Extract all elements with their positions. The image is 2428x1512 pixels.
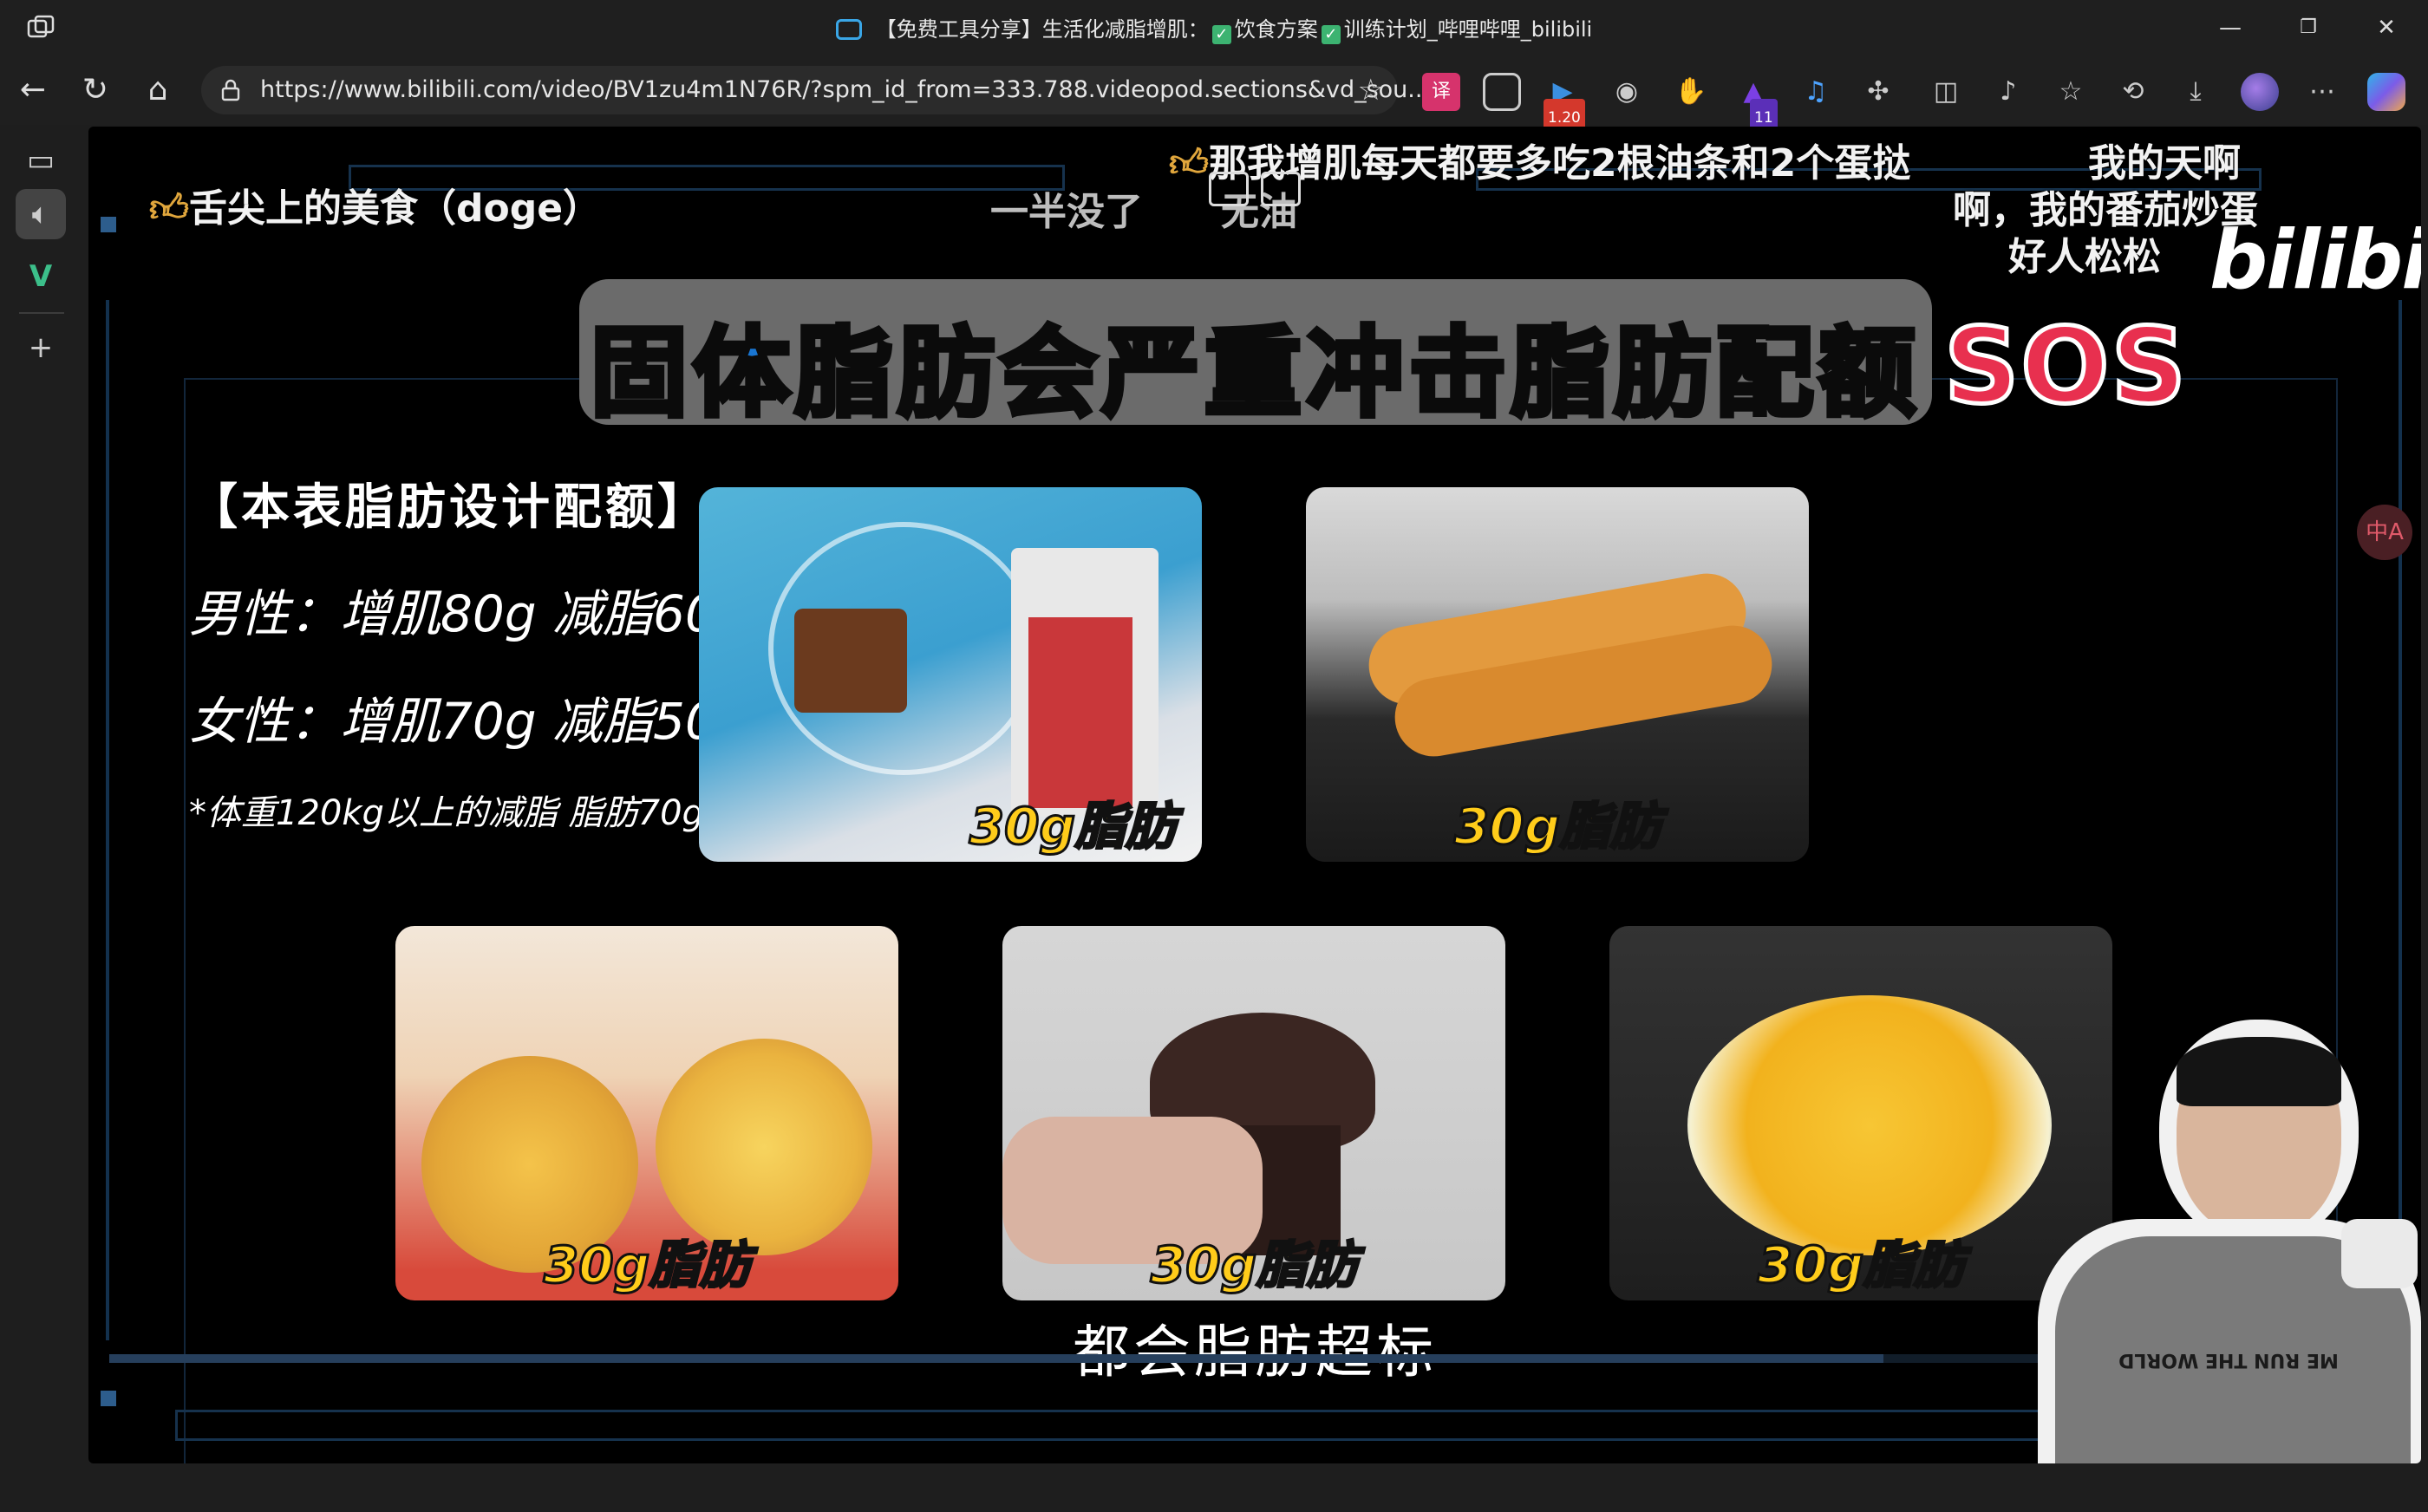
vertical-sidebar: ▭ 🔈︎ V + — [0, 125, 83, 1512]
wizard-extension-icon[interactable]: ▲ 11 — [1734, 73, 1778, 137]
read-aloud-icon[interactable]: ♪ — [1989, 73, 2027, 111]
downloads-icon[interactable]: ⤓ — [2177, 73, 2215, 111]
headline-banner: 固体脂肪会严重冲击脂肪配额 — [579, 279, 1932, 433]
play-icon[interactable] — [2341, 1219, 2418, 1288]
food-caption: 30g脂肪 — [542, 1235, 751, 1296]
window-title-bar: 【免费工具分享】生活化减脂增肌： ✓ 饮食方案 ✓ 训练计划_哔哩哔哩_bilibili… — [0, 0, 2428, 55]
minimize-button[interactable]: — — [2199, 7, 2262, 49]
extensions-puzzle-icon[interactable]: ✣ — [1859, 73, 1897, 111]
vue-tab-icon[interactable]: V — [16, 251, 66, 302]
reload-button[interactable]: ↻ — [73, 68, 118, 113]
sos-sticker: SOS — [1942, 305, 2189, 430]
headline-text: 固体脂肪会严重冲击脂肪配额 — [588, 315, 1921, 433]
checkmark-icon: ✓ — [1321, 25, 1341, 44]
food-caption: 30g脂肪 — [1452, 796, 1661, 857]
food-image-muffin: 30g脂肪 — [1002, 926, 1505, 1300]
danmaku-comment: 👍︎舌尖上的美食（doge） — [149, 186, 602, 231]
thumbs-up-icon: 👍︎ — [1169, 141, 1209, 186]
tab-actions-icon[interactable]: ▭ — [16, 135, 66, 186]
title-prefix: 【免费工具分享】生活化减脂增肌： — [875, 17, 1209, 42]
danmaku-comment: 好人松松 — [2008, 235, 2161, 279]
thumbs-up-icon: 👍︎ — [149, 186, 189, 231]
translate-extension-icon[interactable]: 译 — [1422, 73, 1460, 111]
food-caption: 30g脂肪 — [1149, 1235, 1358, 1296]
history-icon[interactable]: ⟲ — [2114, 73, 2152, 111]
mask-extension-icon[interactable]: ◉ — [1608, 73, 1646, 111]
bilibili-tab-icon — [835, 19, 862, 40]
quota-female: 女性：增肌70g 减脂50g — [189, 692, 749, 751]
profile-avatar[interactable] — [2241, 73, 2279, 111]
quota-note: *体重120kg以上的减脂 脂肪70g — [189, 793, 704, 833]
window-title: 【免费工具分享】生活化减脂增肌： ✓ 饮食方案 ✓ 训练计划_哔哩哔哩_bilibili — [0, 12, 2428, 44]
new-tab-plus-icon[interactable]: + — [16, 323, 66, 373]
quota-title: 【本表脂肪设计配额】 — [189, 479, 709, 536]
food-caption: 30g脂肪 — [968, 796, 1177, 857]
audio-tab-icon[interactable]: 🔈︎ — [16, 189, 66, 239]
title-part-diet: 饮食方案 — [1234, 17, 1318, 42]
danmaku-comment: 一半没了 — [990, 190, 1143, 234]
food-image-pork-on-scale: 30g脂肪 — [699, 487, 1202, 862]
hud-left-line — [106, 300, 109, 1340]
sidebar-divider — [19, 312, 64, 314]
hud-bottom-bar — [175, 1410, 2331, 1441]
hud-corner-marker — [101, 1391, 116, 1406]
close-button[interactable]: ✕ — [2355, 7, 2418, 49]
progress-bar[interactable] — [109, 1354, 1883, 1363]
hand-extension-icon[interactable]: ✋ — [1672, 73, 1710, 111]
quota-male: 男性：增肌80g 减脂60g — [189, 584, 749, 643]
title-part-training: 训练计划_哔哩哔哩_bilibili — [1343, 17, 1593, 42]
video-player[interactable]: 固体脂肪会严重冲击脂肪配额 SOS bilibili 【本表脂肪设计配额】 男性… — [88, 127, 2421, 1463]
screenshot-button[interactable] — [1261, 172, 1301, 206]
video-speed-extension-icon[interactable]: ▶ 1.20 — [1544, 73, 1585, 137]
favorite-star-icon[interactable]: ☆ — [1358, 73, 1384, 108]
address-bar[interactable]: https://www.bilibili.com/video/BV1zu4m1N… — [201, 66, 1430, 114]
checkmark-icon: ✓ — [1211, 25, 1231, 44]
url-text[interactable]: https://www.bilibili.com/video/BV1zu4m1N… — [260, 76, 1430, 103]
fat-quota-panel: 【本表脂肪设计配额】 男性：增肌80g 减脂60g 女性：增肌70g 减脂50g… — [189, 468, 749, 835]
pip-button[interactable] — [1209, 172, 1249, 206]
split-screen-icon[interactable]: ◫ — [1927, 73, 1965, 111]
translate-button[interactable]: 中A — [2357, 505, 2412, 560]
shirt-text: ME RUN THE WORLD — [2118, 1349, 2339, 1371]
favorites-icon[interactable]: ☆ — [2052, 73, 2090, 111]
copilot-icon[interactable] — [2367, 73, 2405, 111]
food-image-egg-tarts: 30g脂肪 — [395, 926, 898, 1300]
glasses-extension-icon[interactable] — [1483, 73, 1521, 111]
food-image-youtiao: 30g脂肪 — [1306, 487, 1809, 862]
home-button[interactable]: ⌂ — [135, 68, 180, 113]
browser-toolbar: ← ↻ ⌂ https://www.bilibili.com/video/BV1… — [0, 55, 2428, 137]
lock-icon[interactable] — [219, 78, 243, 102]
presenter-cutout: ME RUN THE WORLD — [2012, 1020, 2421, 1463]
restore-button[interactable]: ❐ — [2277, 7, 2340, 49]
music-extension-icon[interactable]: ♫ — [1797, 73, 1835, 111]
back-button[interactable]: ← — [10, 68, 55, 113]
more-menu-icon[interactable]: ⋯ — [2303, 73, 2341, 111]
hud-corner-marker — [101, 217, 116, 232]
bottom-strip — [0, 1463, 2428, 1512]
